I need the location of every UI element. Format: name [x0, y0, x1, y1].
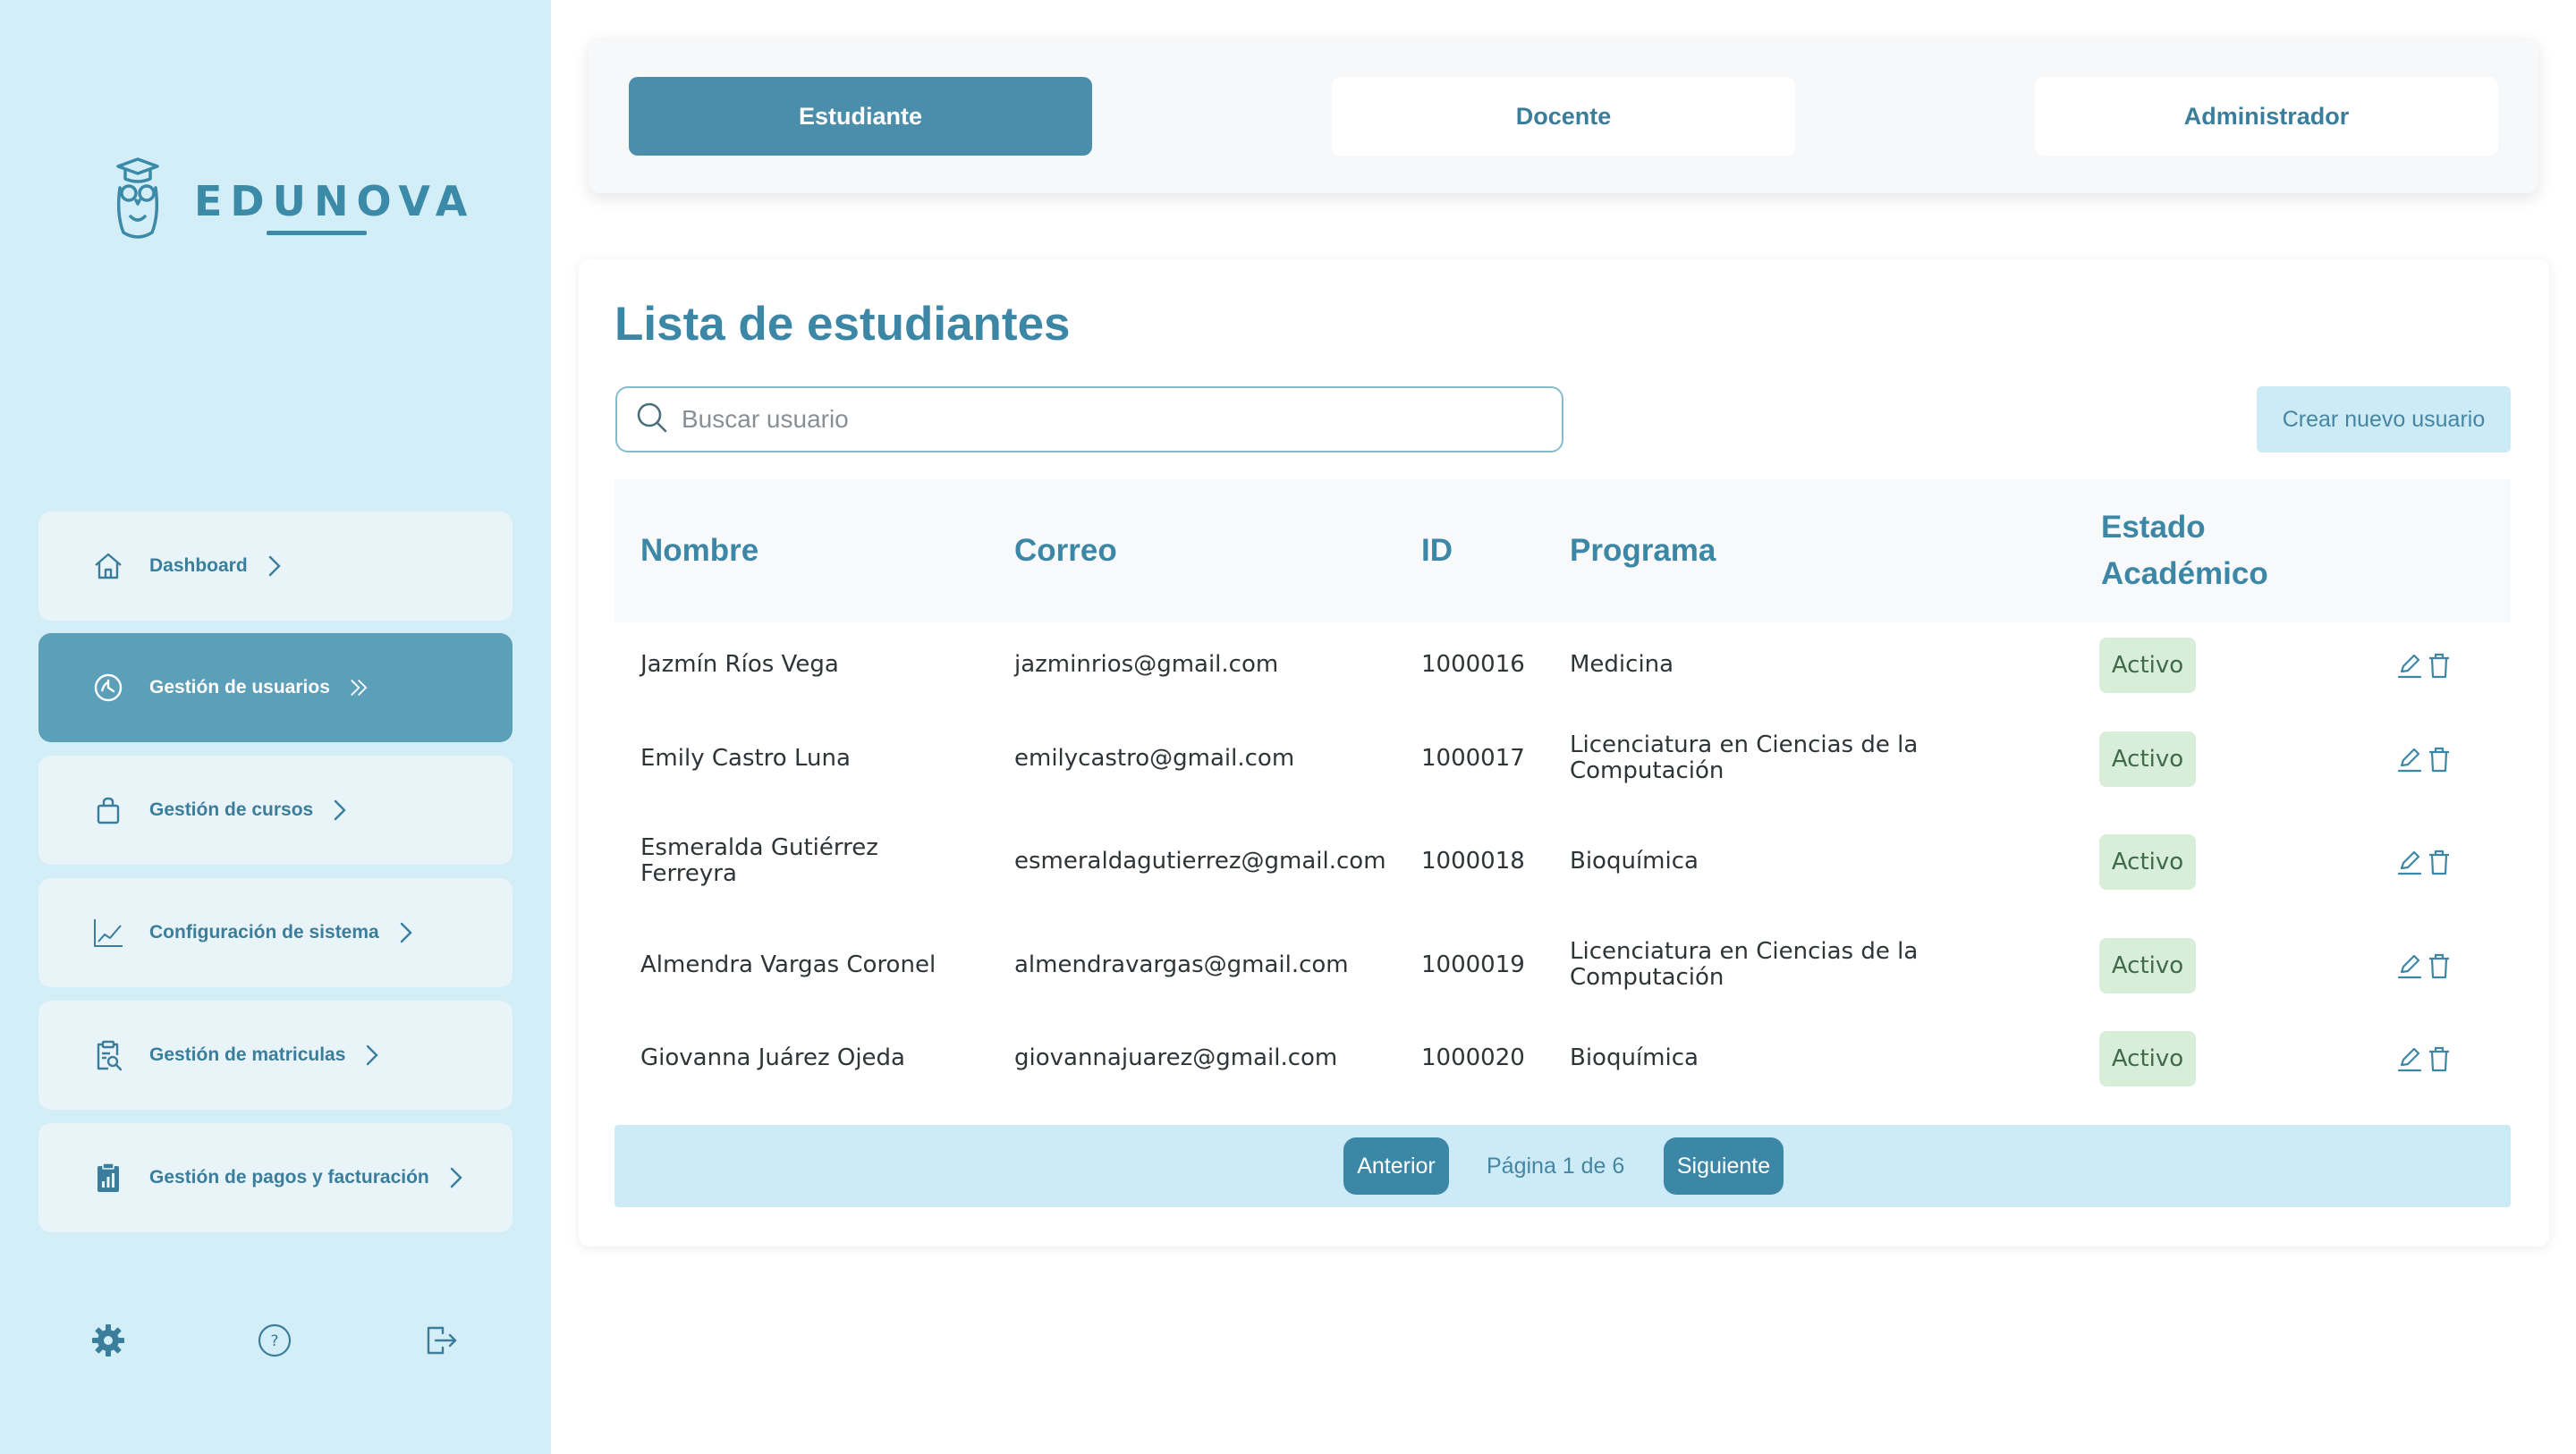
cell-programa: Licenciatura en Ciencias de la Computaci…: [1570, 938, 1919, 991]
column-header-academico: Académico: [2101, 556, 2268, 591]
users-icon: [90, 670, 126, 706]
search-input[interactable]: [682, 405, 1540, 434]
help-icon[interactable]: ?: [254, 1320, 295, 1361]
chevron-right-icon: [333, 797, 352, 824]
edit-icon[interactable]: [2396, 745, 2423, 773]
sidebar-item-payments[interactable]: Gestión de pagos y facturación: [38, 1123, 513, 1232]
cell-correo: giovannajuarez@gmail.com: [1014, 1044, 1338, 1071]
chevron-right-icon: [267, 553, 287, 579]
cell-id: 1000020: [1421, 1044, 1525, 1071]
cell-correo: almendravargas@gmail.com: [1014, 951, 1349, 978]
brand-logo[interactable]: EDUNOVA: [111, 152, 467, 250]
cell-nombre: Jazmín Ríos Vega: [640, 651, 839, 678]
cell-id: 1000016: [1421, 651, 1525, 678]
brand-name: EDUNOVA: [194, 177, 476, 225]
cell-id: 1000018: [1421, 848, 1525, 875]
sidebar-item-dashboard[interactable]: Dashboard: [38, 511, 513, 621]
pagination: Anterior Página 1 de 6 Siguiente: [614, 1125, 2511, 1207]
sidebar-item-label: Configuración de sistema: [149, 922, 379, 943]
trash-icon[interactable]: [2426, 1044, 2453, 1073]
status-badge: Activo: [2099, 731, 2196, 787]
table-row: Emily Castro Luna emilycastro@gmail.com …: [614, 708, 2511, 810]
chart-icon: [90, 915, 126, 951]
sidebar-item-enrollments[interactable]: Gestión de matriculas: [38, 1001, 513, 1110]
cell-correo: emilycastro@gmail.com: [1014, 745, 1295, 772]
gear-icon[interactable]: [88, 1320, 129, 1361]
cell-nombre: Esmeralda Gutiérrez Ferreyra: [640, 834, 878, 887]
bag-icon: [90, 792, 126, 828]
sidebar-item-label: Gestión de matriculas: [149, 1044, 346, 1065]
double-chevron-right-icon: [350, 674, 369, 701]
cell-nombre: Almendra Vargas Coronel: [640, 951, 936, 978]
logout-icon[interactable]: [420, 1320, 462, 1361]
status-badge: Activo: [2099, 638, 2196, 693]
cell-programa: Bioquímica: [1570, 848, 1699, 875]
next-page-button[interactable]: Siguiente: [1664, 1137, 1784, 1195]
previous-page-button[interactable]: Anterior: [1343, 1137, 1449, 1195]
edit-icon[interactable]: [2396, 651, 2423, 680]
cell-correo: esmeraldagutierrez@gmail.com: [1014, 848, 1386, 875]
students-card: Lista de estudiantes Crear nuevo usuario…: [579, 259, 2549, 1247]
column-header-id: ID: [1421, 533, 1453, 568]
clipboard-bars-icon: [90, 1160, 126, 1196]
edit-icon[interactable]: [2396, 951, 2423, 980]
table-row: Jazmín Ríos Vega jazminrios@gmail.com 10…: [614, 622, 2511, 708]
sidebar: EDUNOVA Dashboard Gestión de usuarios Ge…: [0, 0, 551, 1454]
brand-underline: [267, 231, 367, 235]
trash-icon[interactable]: [2426, 745, 2453, 773]
trash-icon[interactable]: [2426, 951, 2453, 980]
svg-text:?: ?: [270, 1332, 278, 1350]
chevron-right-icon: [399, 919, 419, 946]
status-badge: Activo: [2099, 1031, 2196, 1086]
sidebar-item-users[interactable]: Gestión de usuarios: [38, 633, 513, 742]
table-header: Nombre Correo ID Programa Estado Académi…: [614, 479, 2511, 622]
cell-id: 1000017: [1421, 745, 1525, 772]
column-header-correo: Correo: [1014, 533, 1117, 568]
sidebar-item-label: Gestión de pagos y facturación: [149, 1167, 429, 1188]
column-header-estado: Estado: [2101, 510, 2206, 545]
page-indicator: Página 1 de 6: [1487, 1153, 1625, 1179]
tab-administrador[interactable]: Administrador: [2035, 77, 2498, 156]
home-icon: [90, 548, 126, 584]
cell-nombre: Emily Castro Luna: [640, 745, 851, 772]
table-row: Esmeralda Gutiérrez Ferreyra esmeraldagu…: [614, 810, 2511, 914]
search-icon: [635, 401, 669, 439]
sidebar-item-settings[interactable]: Configuración de sistema: [38, 878, 513, 987]
sidebar-item-label: Gestión de cursos: [149, 799, 314, 820]
table-row: Almendra Vargas Coronel almendravargas@g…: [614, 914, 2511, 1016]
sidebar-item-courses[interactable]: Gestión de cursos: [38, 756, 513, 865]
clipboard-search-icon: [90, 1037, 126, 1073]
cell-id: 1000019: [1421, 951, 1525, 978]
search-box[interactable]: [615, 386, 1563, 452]
trash-icon[interactable]: [2426, 848, 2453, 876]
tab-estudiante[interactable]: Estudiante: [629, 77, 1092, 156]
status-badge: Activo: [2099, 834, 2196, 890]
chevron-right-icon: [365, 1042, 385, 1069]
cell-programa: Medicina: [1570, 651, 1674, 678]
cell-nombre: Giovanna Juárez Ojeda: [640, 1044, 905, 1071]
column-header-programa: Programa: [1570, 533, 1716, 568]
sidebar-item-label: Dashboard: [149, 555, 248, 576]
edit-icon[interactable]: [2396, 848, 2423, 876]
cell-programa: Licenciatura en Ciencias de la Computaci…: [1570, 731, 1919, 784]
role-selector: Estudiante Docente Administrador: [589, 38, 2538, 193]
edit-icon[interactable]: [2396, 1044, 2423, 1073]
trash-icon[interactable]: [2426, 651, 2453, 680]
tab-docente[interactable]: Docente: [1332, 77, 1795, 156]
create-user-button[interactable]: Crear nuevo usuario: [2257, 386, 2511, 452]
page-title: Lista de estudiantes: [614, 298, 1071, 351]
owl-logo-icon: [116, 157, 159, 239]
cell-programa: Bioquímica: [1570, 1044, 1699, 1071]
chevron-right-icon: [449, 1164, 469, 1191]
status-badge: Activo: [2099, 938, 2196, 993]
cell-correo: jazminrios@gmail.com: [1014, 651, 1279, 678]
table-row: Giovanna Juárez Ojeda giovannajuarez@gma…: [614, 1016, 2511, 1102]
sidebar-item-label: Gestión de usuarios: [149, 677, 330, 697]
column-header-nombre: Nombre: [640, 533, 759, 568]
